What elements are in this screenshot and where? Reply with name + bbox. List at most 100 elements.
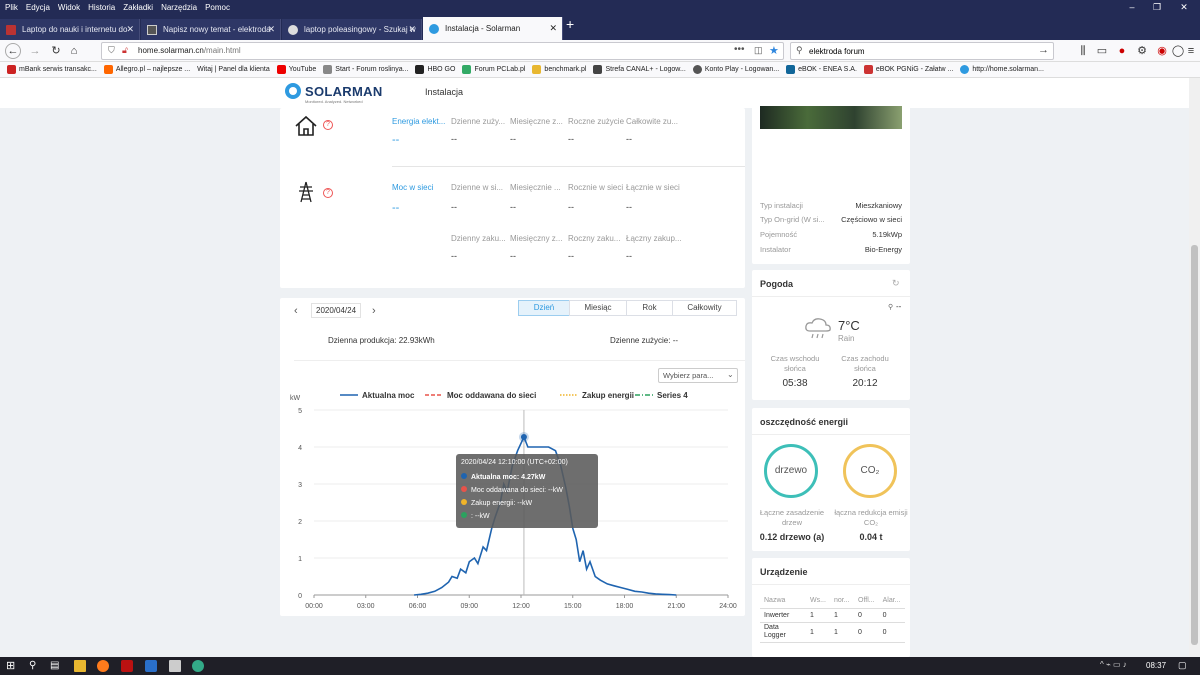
- new-tab-icon[interactable]: +: [566, 16, 574, 32]
- tray-icons[interactable]: ^ ⌁ ▭ ♪: [1100, 660, 1127, 669]
- windows-start-icon[interactable]: ⊞: [6, 660, 18, 672]
- tab-miesiac[interactable]: Miesiąc: [569, 300, 627, 316]
- bookmark-item[interactable]: HBO GO: [415, 65, 455, 74]
- bookmark-item[interactable]: benchmark.pl: [532, 65, 586, 74]
- table-row[interactable]: Data Logger 1 1 0 0: [760, 622, 905, 643]
- app-icon[interactable]: [145, 660, 157, 672]
- sidebar-icon[interactable]: ▭: [1094, 43, 1110, 59]
- bookmark-item[interactable]: Forum PCLab.pl: [462, 65, 525, 74]
- task-view-icon[interactable]: ▤: [50, 660, 62, 672]
- back-icon[interactable]: ←: [5, 43, 21, 59]
- parameter-select[interactable]: Wybierz para... ⌄: [658, 368, 738, 383]
- app-icon[interactable]: [121, 660, 133, 672]
- url-bar[interactable]: ⛉ 🔓︎ home.solarman.cn/main.html ••• ◫ ★: [101, 42, 784, 60]
- help-icon[interactable]: ?: [323, 188, 333, 198]
- insecure-lock-icon: 🔓︎: [122, 45, 128, 55]
- tab-laptop[interactable]: Laptop do nauki i internetu do ✕: [0, 19, 140, 40]
- tooltip-time: 2020/04/24 12:10:00 (UTC+02:00): [461, 459, 568, 466]
- more-actions-icon[interactable]: •••: [734, 44, 745, 55]
- x-tick-label: 12:00: [512, 603, 530, 610]
- info-value: Mieszkaniowy: [855, 201, 902, 210]
- bookmark-item[interactable]: http://home.solarman...: [960, 65, 1044, 74]
- bookmark-item[interactable]: Konto Play - Logowan...: [692, 65, 779, 74]
- info-value: 5.19kWp: [872, 230, 902, 239]
- tab-napisz[interactable]: Napisz nowy temat - elektroda ✕: [141, 19, 281, 40]
- table-row[interactable]: Inwerter 1 1 0 0: [760, 608, 905, 623]
- forward-icon[interactable]: →: [27, 43, 43, 59]
- tab-rok[interactable]: Rok: [626, 300, 673, 316]
- refresh-icon[interactable]: ↻: [892, 278, 900, 289]
- daily-production: Dzienna produkcja: 22.93kWh: [328, 336, 435, 345]
- minimize-icon[interactable]: –: [1120, 0, 1144, 14]
- maximize-icon[interactable]: ❐: [1145, 0, 1169, 14]
- tab-solarman[interactable]: Instalacja - Solarman ✕: [423, 17, 563, 40]
- x-tick-label: 06:00: [409, 603, 427, 610]
- weather-title: Pogoda: [760, 279, 793, 289]
- search-input[interactable]: [809, 45, 1029, 57]
- pocket-icon[interactable]: ◫: [754, 45, 763, 56]
- library-icon[interactable]: ⫼: [1075, 43, 1091, 59]
- firefox-icon[interactable]: [97, 660, 109, 672]
- menu-plik[interactable]: Plik: [5, 3, 18, 12]
- calculator-icon[interactable]: [169, 660, 181, 672]
- help-icon[interactable]: ?: [323, 120, 333, 130]
- home-icon[interactable]: ⌂: [66, 43, 82, 59]
- divider: [294, 360, 745, 361]
- search-go-icon[interactable]: →: [1038, 44, 1049, 56]
- search-bar[interactable]: ⚲ →: [790, 42, 1054, 60]
- menu-historia[interactable]: Historia: [88, 3, 115, 12]
- nav-instalacja[interactable]: Instalacja: [425, 87, 463, 97]
- addon-icon[interactable]: ◉: [1154, 43, 1170, 59]
- page-scrollbar[interactable]: [1189, 78, 1200, 657]
- file-explorer-icon[interactable]: [74, 660, 86, 672]
- daily-consumption: Dzienne zużycie: --: [610, 336, 679, 345]
- bookmark-item[interactable]: YouTube: [276, 65, 316, 74]
- clock[interactable]: 08:37: [1146, 661, 1166, 670]
- info-label: Typ instalacji: [760, 201, 803, 210]
- grid-col-2: Miesięcznie ...: [510, 183, 561, 192]
- bookmark-item[interactable]: Witaj | Panel dla klienta: [197, 66, 270, 73]
- tooltip-line: Zakup energii: --kW: [461, 499, 532, 507]
- next-date-icon[interactable]: ›: [372, 305, 376, 317]
- devices-title: Urządzenie: [760, 567, 808, 577]
- y-tick-label: 5: [298, 408, 302, 415]
- bookmark-item[interactable]: Allegro.pl – najlepsze ...: [103, 65, 190, 74]
- bookmark-item[interactable]: Start - Forum roslinya...: [323, 65, 408, 74]
- bookmark-item[interactable]: eBOK PGNiG - Załatw ...: [863, 65, 953, 74]
- chart-tooltip: 2020/04/24 12:10:00 (UTC+02:00) Aktualna…: [456, 454, 598, 528]
- tab-laptop-poleasingowy[interactable]: laptop poleasingowy - Szukaj w ✕: [282, 19, 422, 40]
- bookmark-icon: [462, 65, 472, 74]
- search-icon[interactable]: ⚲: [29, 660, 41, 672]
- tab-calkowity[interactable]: Całkowity: [672, 300, 737, 316]
- bookmark-item[interactable]: Strefa CANAL+ - Logow...: [593, 65, 686, 74]
- scrollbar-thumb[interactable]: [1191, 245, 1198, 645]
- date-picker[interactable]: 2020/04/24: [311, 303, 362, 318]
- adblock-icon[interactable]: ●: [1114, 43, 1130, 59]
- menu-narzedzia[interactable]: Narzędzia: [161, 3, 197, 12]
- menu-edycja[interactable]: Edycja: [26, 3, 50, 12]
- close-tab-icon[interactable]: ✕: [549, 17, 557, 40]
- close-tab-icon[interactable]: ✕: [126, 19, 134, 40]
- extension-icon[interactable]: ⚙: [1134, 43, 1150, 59]
- rain-cloud-icon: [805, 318, 831, 339]
- menu-zakladki[interactable]: Zakładki: [123, 3, 153, 12]
- tree-circle: drzewo: [764, 444, 818, 498]
- tab-dzien[interactable]: Dzień: [518, 300, 570, 316]
- reload-icon[interactable]: ↻: [48, 43, 64, 59]
- close-tab-icon[interactable]: ✕: [408, 19, 416, 40]
- menu-widok[interactable]: Widok: [58, 3, 80, 12]
- solarman-icon: [960, 65, 970, 74]
- bookmark-item[interactable]: eBOK - ENEA S.A.: [786, 65, 857, 74]
- close-window-icon[interactable]: ✕: [1172, 0, 1196, 14]
- close-tab-icon[interactable]: ✕: [267, 19, 275, 40]
- app-icon[interactable]: [192, 660, 204, 672]
- menu-pomoc[interactable]: Pomoc: [205, 3, 230, 12]
- bookmark-star-icon[interactable]: ★: [769, 44, 779, 57]
- solarman-logo[interactable]: SOLARMAN Monitored. Analyzed. Networked: [285, 83, 383, 104]
- notification-icon[interactable]: ▢: [1178, 660, 1187, 671]
- y-tick-label: 2: [298, 519, 302, 526]
- tab-bar: Laptop do nauki i internetu do ✕ Napisz …: [0, 14, 1200, 40]
- prev-date-icon[interactable]: ‹: [294, 305, 298, 317]
- hamburger-menu-icon[interactable]: ≡: [1183, 43, 1199, 59]
- bookmark-item[interactable]: mBank serwis transakc...: [7, 65, 97, 74]
